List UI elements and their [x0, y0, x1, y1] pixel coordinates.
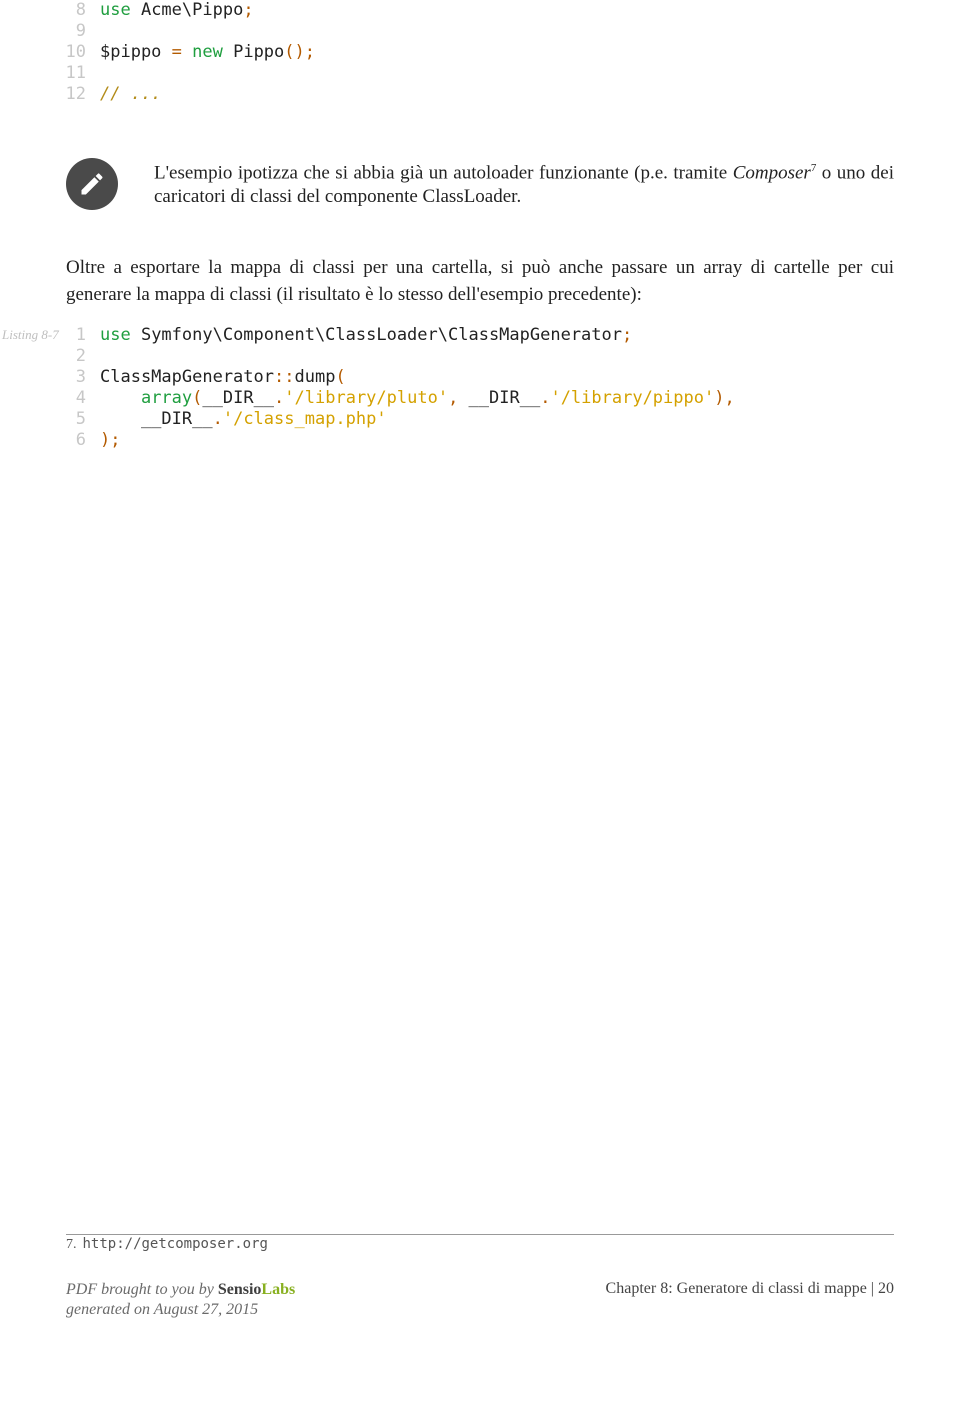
code-line: 4 array(__DIR__.'/library/pluto', __DIR_… — [56, 388, 735, 409]
footnote-rule — [66, 1234, 894, 1235]
line-number: 10 — [56, 42, 100, 63]
code-content: use Symfony\Component\ClassLoader\ClassM… — [100, 325, 735, 346]
code-content: __DIR__.'/class_map.php' — [100, 409, 735, 430]
line-number: 6 — [56, 430, 100, 451]
footer-right: Chapter 8: Generatore di classi di mappe… — [606, 1280, 894, 1298]
code-line: 12// ... — [56, 84, 315, 105]
code-content: $pippo = new Pippo(); — [100, 42, 315, 63]
note-composer: Composer — [733, 162, 811, 183]
paragraph-main: Oltre a esportare la mappa di classi per… — [66, 254, 894, 308]
line-number: 12 — [56, 84, 100, 105]
code-line: 5 __DIR__.'/class_map.php' — [56, 409, 735, 430]
page: 8use Acme\Pippo;910$pippo = new Pippo();… — [0, 0, 960, 1410]
code-content — [100, 21, 315, 42]
pencil-icon — [66, 158, 118, 210]
listing-label: Listing 8-7 — [2, 327, 59, 343]
footer-pdf-line: PDF brought to you by — [66, 1281, 218, 1298]
code-line: 6); — [56, 430, 735, 451]
code-content: array(__DIR__.'/library/pluto', __DIR__.… — [100, 388, 735, 409]
line-number: 4 — [56, 388, 100, 409]
note-text-before: L'esempio ipotizza che si abbia già un a… — [154, 162, 733, 183]
code-content: // ... — [100, 84, 315, 105]
code-line: 10$pippo = new Pippo(); — [56, 42, 315, 63]
line-number: 5 — [56, 409, 100, 430]
line-number: 11 — [56, 63, 100, 84]
line-number: 1 — [56, 325, 100, 346]
footer-brand-b: Labs — [261, 1281, 295, 1298]
footnote-number: 7. — [66, 1237, 77, 1252]
code-line: 1use Symfony\Component\ClassLoader\Class… — [56, 325, 735, 346]
code-content — [100, 63, 315, 84]
code-content — [100, 346, 735, 367]
footer-left: PDF brought to you by SensioLabs generat… — [66, 1280, 295, 1320]
code-content: use Acme\Pippo; — [100, 0, 315, 21]
code-content: ); — [100, 430, 735, 451]
line-number: 2 — [56, 346, 100, 367]
code-line: 9 — [56, 21, 315, 42]
code-line: 11 — [56, 63, 315, 84]
code-content: ClassMapGenerator::dump( — [100, 367, 735, 388]
footnote-url: http://getcomposer.org — [83, 1236, 268, 1252]
note-block: L'esempio ipotizza che si abbia già un a… — [66, 156, 894, 210]
line-number: 3 — [56, 367, 100, 388]
line-number: 8 — [56, 0, 100, 21]
code-line: 2 — [56, 346, 735, 367]
line-number: 9 — [56, 21, 100, 42]
code-block-1: 8use Acme\Pippo;910$pippo = new Pippo();… — [56, 0, 315, 105]
code-line: 3ClassMapGenerator::dump( — [56, 367, 735, 388]
note-text: L'esempio ipotizza che si abbia già un a… — [154, 156, 894, 209]
footer-generated: generated on August 27, 2015 — [66, 1301, 258, 1318]
code-line: 8use Acme\Pippo; — [56, 0, 315, 21]
code-block-2: 1use Symfony\Component\ClassLoader\Class… — [56, 325, 735, 451]
footer-brand-a: Sensio — [218, 1281, 262, 1298]
footnote: 7. http://getcomposer.org — [66, 1236, 268, 1253]
